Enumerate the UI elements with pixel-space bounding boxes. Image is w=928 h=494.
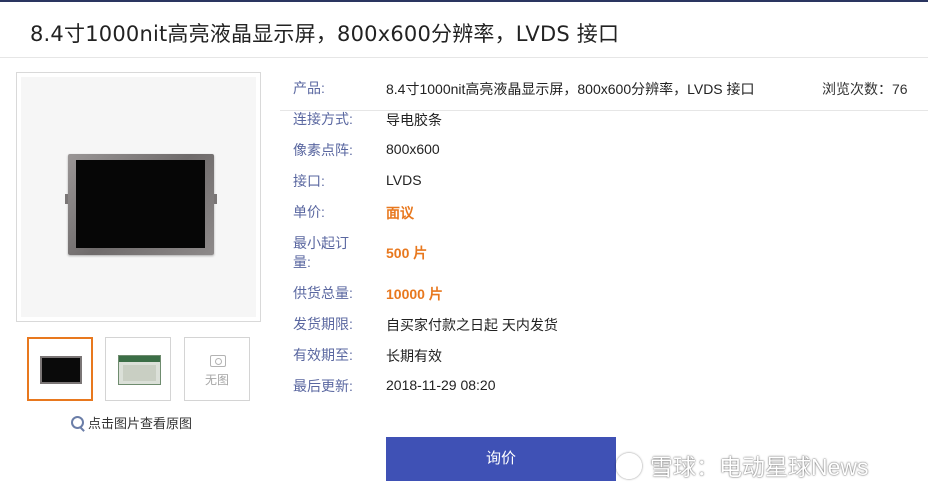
supply-value: 10000 片 — [386, 286, 443, 302]
lcd-mount-tab — [65, 194, 68, 204]
detail-value: 长期有效 — [386, 348, 442, 364]
detail-value: 导电胶条 — [386, 112, 442, 128]
board-panel — [123, 365, 156, 381]
detail-label: 像素点阵: — [293, 142, 353, 158]
board-strip — [119, 356, 160, 362]
image-viewport — [21, 77, 256, 317]
detail-value: 8.4寸1000nit高亮液晶显示屏，800x600分辨率，LVDS 接口 — [386, 81, 755, 97]
thumbnail-2[interactable] — [105, 337, 171, 401]
magnifier-icon — [71, 416, 84, 429]
price-value: 面议 — [386, 205, 414, 221]
detail-label: 最小起订量: — [293, 235, 349, 270]
view-original-link[interactable]: 点击图片查看原图 — [71, 413, 192, 432]
view-count-label: 浏览次数： — [822, 81, 892, 97]
thumbnail-lcd-image — [42, 358, 80, 382]
detail-value: 2018-11-29 08:20 — [386, 377, 496, 393]
title-divider — [0, 57, 928, 58]
detail-label: 单价: — [293, 204, 325, 220]
lcd-mount-tab — [214, 194, 217, 204]
watermark-text: 雪球：电动星球News — [650, 454, 869, 480]
inquire-button[interactable]: 询价 — [386, 437, 616, 481]
thumbnail-1[interactable] — [27, 337, 93, 401]
detail-label: 有效期至: — [293, 347, 353, 363]
view-count: 浏览次数：76 — [822, 79, 908, 99]
detail-label: 发货期限: — [293, 316, 353, 332]
lcd-panel-image — [65, 154, 217, 255]
detail-label: 最后更新: — [293, 378, 353, 394]
xueqiu-logo-icon — [616, 453, 642, 479]
zoom-hint-text: 点击图片查看原图 — [88, 416, 193, 431]
top-accent-line — [0, 0, 928, 2]
camera-icon — [210, 355, 226, 367]
detail-label: 接口: — [293, 173, 325, 189]
no-image-label: 无图 — [204, 373, 229, 387]
min-order-value: 500 片 — [386, 245, 428, 261]
watermark: 雪球：电动星球News — [616, 448, 869, 482]
detail-label: 连接方式: — [293, 111, 353, 127]
detail-label: 产品: — [293, 80, 325, 96]
thumbnail-3[interactable]: 无图 — [184, 337, 250, 401]
view-count-number: 76 — [892, 81, 908, 97]
info-divider — [280, 110, 928, 111]
detail-label: 供货总量: — [293, 285, 353, 301]
main-product-image[interactable] — [16, 72, 261, 322]
lcd-screen — [76, 160, 205, 248]
detail-value: 800x600 — [386, 141, 440, 157]
detail-value: LVDS — [386, 172, 422, 188]
detail-value: 自买家付款之日起 天内发货 — [386, 317, 558, 333]
thumbnail-board-image — [118, 355, 161, 385]
page-title: 8.4寸1000nit高亮液晶显示屏，800x600分辨率，LVDS 接口 — [30, 22, 620, 46]
